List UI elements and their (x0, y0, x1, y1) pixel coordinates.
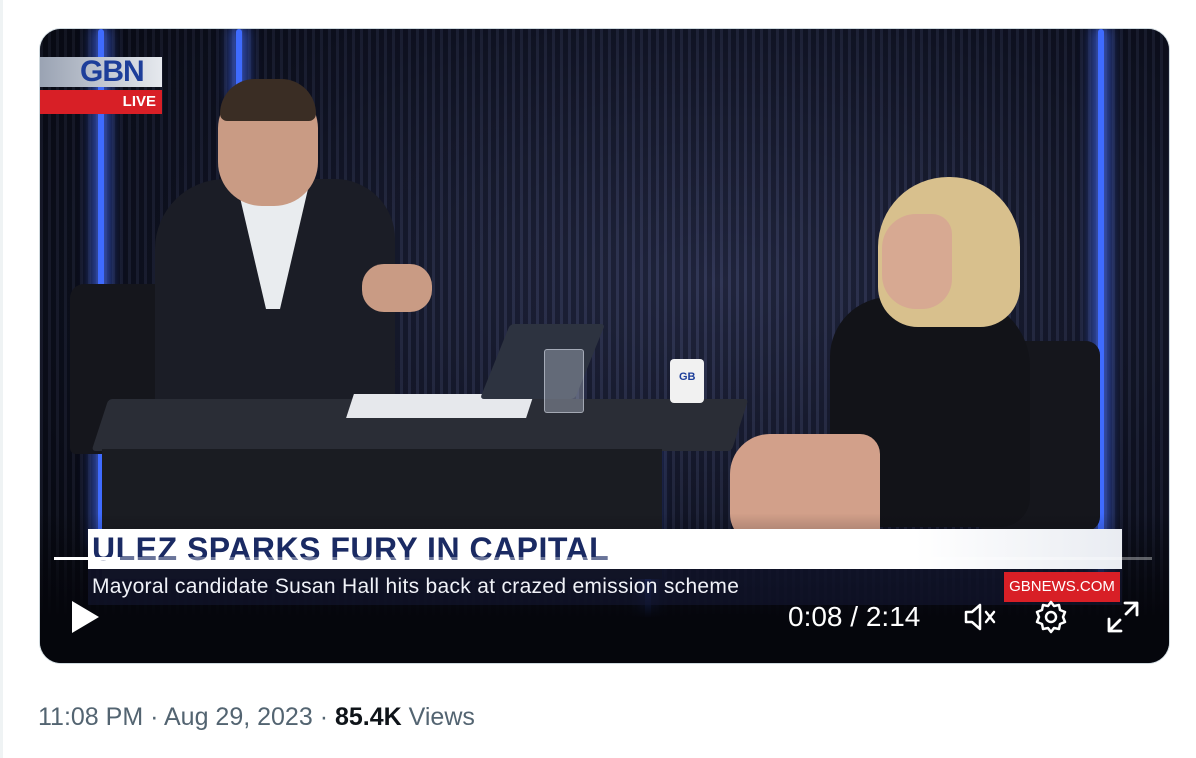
views-label: Views (401, 703, 475, 731)
duration: 2:14 (865, 601, 921, 632)
tweet-metadata: 11:08 PM · Aug 29, 2023 · 85.4K Views (38, 700, 475, 734)
tweet-date[interactable]: Aug 29, 2023 (164, 703, 313, 731)
time-display: 0:08 / 2:14 (788, 597, 920, 637)
fullscreen-button[interactable] (1103, 597, 1143, 637)
subheadline: Mayoral candidate Susan Hall hits back a… (92, 575, 740, 598)
guest-face (882, 214, 952, 309)
mug-logo-text: GB (679, 371, 696, 383)
settings-gear-icon (1035, 600, 1067, 634)
water-glass (544, 349, 584, 413)
live-badge: LIVE (40, 90, 162, 114)
tweet-time[interactable]: 11:08 PM (38, 703, 143, 731)
video-player[interactable]: GB GBN LIVE ULEZ SPARKS FURY IN CAPITAL … (39, 28, 1170, 664)
logo-text: GBN (80, 55, 145, 88)
host-hair (220, 79, 316, 121)
thread-divider (0, 0, 3, 758)
settings-button[interactable] (1031, 597, 1071, 637)
views-count: 85.4K (334, 703, 402, 731)
host-hands (362, 264, 432, 312)
fullscreen-icon (1107, 601, 1139, 633)
time-separator: / (842, 601, 866, 632)
play-button[interactable] (68, 599, 102, 635)
mute-button[interactable] (960, 597, 1000, 637)
channel-logo: GBN LIVE (40, 55, 162, 115)
progress-fill (54, 557, 120, 560)
current-time: 0:08 (788, 601, 843, 632)
progress-bar[interactable] (54, 557, 1152, 560)
muted-speaker-icon (964, 603, 996, 631)
meta-separator: · (143, 703, 164, 731)
meta-separator: · (312, 703, 335, 731)
mug: GB (670, 359, 704, 403)
headline: ULEZ SPARKS FURY IN CAPITAL (92, 531, 610, 567)
play-icon (72, 601, 99, 633)
